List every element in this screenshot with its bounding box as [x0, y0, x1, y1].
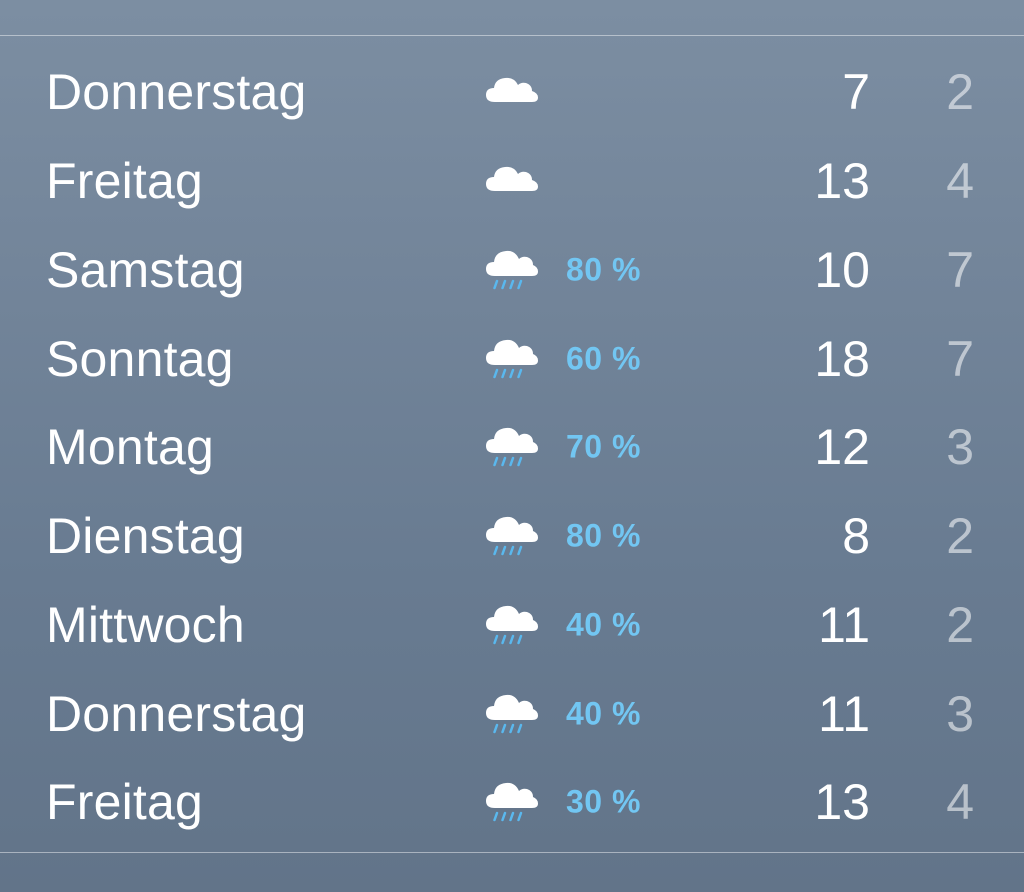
high-temperature: 12 [814, 419, 870, 476]
cloud-icon [480, 151, 540, 211]
high-temperature: 8 [842, 508, 870, 565]
forecast-row: Donnerstag 40 % 11 3 [0, 669, 1024, 758]
rain-cloud-icon [480, 240, 540, 300]
precipitation-chance: 80 % [566, 251, 641, 288]
day-name: Freitag [46, 774, 204, 831]
precipitation-chance: 30 % [566, 783, 641, 820]
bottom-divider [0, 852, 1024, 853]
cloud-icon [480, 62, 540, 122]
low-temperature: 3 [946, 685, 974, 742]
day-name: Donnerstag [46, 685, 307, 742]
day-name: Samstag [46, 241, 245, 298]
high-temperature: 11 [818, 596, 870, 653]
low-temperature: 4 [946, 153, 974, 210]
forecast-row: Dienstag 80 % 8 2 [0, 492, 1024, 581]
day-name: Mittwoch [46, 596, 245, 653]
low-temperature: 4 [946, 774, 974, 831]
low-temperature: 2 [946, 64, 974, 121]
rain-cloud-icon [480, 506, 540, 566]
precipitation-chance: 40 % [566, 695, 641, 732]
forecast-row: Freitag 13 4 [0, 137, 1024, 226]
precipitation-chance: 60 % [566, 340, 641, 377]
low-temperature: 2 [946, 596, 974, 653]
rain-cloud-icon [480, 684, 540, 744]
rain-cloud-icon [480, 329, 540, 389]
high-temperature: 18 [814, 330, 870, 387]
top-divider [0, 35, 1024, 36]
precipitation-chance: 40 % [566, 606, 641, 643]
forecast-row: Donnerstag 7 2 [0, 48, 1024, 137]
forecast-row: Mittwoch 40 % 11 2 [0, 581, 1024, 670]
high-temperature: 7 [842, 64, 870, 121]
low-temperature: 7 [946, 241, 974, 298]
rain-cloud-icon [480, 417, 540, 477]
low-temperature: 7 [946, 330, 974, 387]
daily-forecast-list: Donnerstag 7 2 Freitag 13 4 Samstag 80 %… [0, 48, 1024, 847]
high-temperature: 13 [814, 774, 870, 831]
precipitation-chance: 70 % [566, 428, 641, 465]
forecast-row: Samstag 80 % 10 7 [0, 226, 1024, 315]
forecast-row: Montag 70 % 12 3 [0, 403, 1024, 492]
rain-cloud-icon [480, 595, 540, 655]
day-name: Donnerstag [46, 64, 307, 121]
precipitation-chance: 80 % [566, 517, 641, 554]
high-temperature: 10 [814, 241, 870, 298]
day-name: Sonntag [46, 330, 234, 387]
low-temperature: 3 [946, 419, 974, 476]
rain-cloud-icon [480, 772, 540, 832]
low-temperature: 2 [946, 508, 974, 565]
high-temperature: 11 [818, 685, 870, 742]
day-name: Freitag [46, 153, 204, 210]
forecast-row: Sonntag 60 % 18 7 [0, 314, 1024, 403]
day-name: Dienstag [46, 508, 245, 565]
forecast-row: Freitag 30 % 13 4 [0, 758, 1024, 847]
day-name: Montag [46, 419, 214, 476]
high-temperature: 13 [814, 153, 870, 210]
